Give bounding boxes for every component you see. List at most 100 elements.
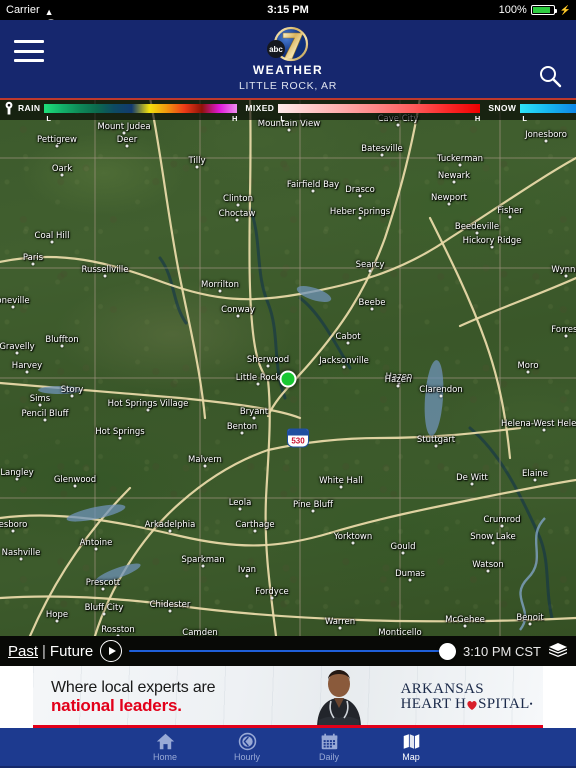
map-city-label: Nashville [1, 548, 41, 558]
map-city-label: Hot Springs [95, 427, 145, 437]
legend-label-mixed: MIXED [245, 103, 275, 113]
past-tab[interactable]: Past [8, 643, 38, 660]
map-city-label: Ivan [237, 565, 257, 575]
time-slider[interactable] [129, 640, 456, 662]
advertiser-name-line2-post: SPITAL [478, 696, 530, 712]
battery-full-icon [530, 5, 557, 15]
home-icon [124, 732, 206, 751]
interstate-530-shield: 530 [287, 428, 309, 448]
map-city-label: Newport [431, 193, 467, 203]
map-city-label: Wynne [551, 265, 576, 275]
map-city-label: Pencil Bluff [21, 409, 69, 419]
legend-low-label: L [280, 113, 285, 123]
map-city-label: Hope [45, 610, 69, 620]
map-city-label: Tilly [188, 156, 206, 166]
map-city-label: Choctaw [218, 209, 256, 219]
map-icon [370, 732, 452, 751]
tab-daily[interactable]: Daily [288, 732, 370, 762]
map-city-label: esboro [0, 520, 28, 530]
map-city-label: Leola [228, 498, 252, 508]
map-city-label: Gould [390, 542, 416, 552]
time-slider-track [129, 649, 456, 653]
advertiser-name-line1: ARKANSAS [400, 680, 484, 697]
tab-map[interactable]: Map [370, 732, 452, 762]
map-city-label: Langley [0, 468, 34, 478]
current-location-marker[interactable] [279, 370, 297, 388]
bottom-tab-bar: Home Hourly Daily Map [0, 728, 576, 768]
map-city-label: Drasco [345, 185, 375, 195]
map-city-label: Forrest [551, 325, 576, 335]
map-city-label: Hazen [384, 375, 412, 385]
map-city-label: Russellville [81, 265, 129, 275]
map-city-label: Fisher [497, 206, 523, 216]
brand-title: WEATHER [252, 63, 324, 77]
tab-label: Daily [318, 752, 339, 762]
battery-percent-label: 100% [498, 4, 527, 16]
lightning-bolt-icon: ⚡ [559, 4, 571, 15]
map-city-label: Cabot [335, 332, 361, 342]
legend-low-label: L [46, 113, 51, 123]
future-tab[interactable]: Future [50, 643, 93, 660]
advertiser-logo: ARKANSAS HEART H SPITAL • [400, 680, 533, 713]
past-future-toggle: Past | Future [8, 643, 93, 660]
map-city-label: De Witt [456, 473, 488, 483]
map-city-label: Rosston [101, 625, 135, 635]
map-pin-icon [3, 101, 15, 115]
map-city-label: Gravelly [0, 342, 35, 352]
map-city-label: Searcy [355, 260, 385, 270]
clock-icon [206, 732, 288, 751]
map-city-label: Camden [182, 628, 218, 636]
map-city-label: Mountain View [257, 119, 321, 129]
map-city-label: Bluff City [84, 603, 124, 613]
map-city-label: Fairfield Bay [286, 180, 340, 190]
legend-high-label: H [474, 113, 481, 123]
legend-label-snow: SNOW [488, 103, 517, 113]
tab-hourly[interactable]: Hourly [206, 732, 288, 762]
timeline-controls: Past | Future 3:10 PM CST [0, 636, 576, 666]
map-city-label: Sherwood [246, 355, 290, 365]
map-city-label: Clarendon [419, 385, 463, 395]
map-layers-icon[interactable] [548, 642, 568, 660]
legend-gradient-rain: LH [44, 103, 238, 123]
play-button-icon[interactable] [100, 640, 123, 662]
status-bar-clock: 3:15 PM [267, 4, 309, 16]
legend-low-label: L [522, 113, 527, 123]
time-slider-thumb[interactable] [438, 642, 456, 660]
map-city-label: McGehee [445, 615, 485, 625]
radar-map[interactable]: Mount Judea Mountain View Jonesboro Pettigr… [0, 98, 576, 636]
map-city-label: Bluffton [45, 335, 79, 345]
abc-7-logo: abc [259, 25, 317, 65]
map-city-label: Beebe [358, 298, 386, 308]
legend-group-snow: SNOWLH [488, 103, 576, 123]
map-city-label: Newark [437, 171, 471, 181]
map-city-label: Deer [116, 135, 138, 145]
advertiser-name-line2: HEART H SPITAL • [401, 696, 533, 712]
legend-inner: RAINLHMIXEDLHSNOWLH [0, 101, 576, 123]
map-city-label: Hot Springs Village [107, 399, 189, 409]
map-city-label: Pine Bluff [292, 500, 334, 510]
weather-app-screen: Carrier 3:15 PM 100% ⚡ [0, 0, 576, 768]
legend-group-mixed: MIXED L H [245, 103, 481, 123]
calendar-icon [288, 732, 370, 751]
tab-home[interactable]: Home [124, 732, 206, 762]
location-label: LITTLE ROCK, AR [238, 80, 338, 92]
map-city-label: Carthage [235, 520, 275, 530]
map-vector-overlay [0, 98, 576, 636]
map-city-label: Morrilton [200, 280, 240, 290]
map-city-label: Chidester [149, 600, 191, 610]
map-city-label: Benton [226, 422, 258, 432]
svg-text:abc: abc [269, 45, 283, 54]
map-city-label: Paris [22, 253, 44, 263]
map-city-label: Glenwood [53, 475, 97, 485]
map-city-label: Bryant [239, 407, 269, 417]
search-icon[interactable] [538, 64, 562, 88]
map-city-label: Prescott [85, 578, 121, 588]
brand-block: abc WEATHER LITTLE ROCK, AR [0, 25, 576, 92]
advertisement-banner[interactable]: Where local experts are national leaders… [0, 666, 576, 728]
map-city-label: Moro [517, 361, 539, 371]
map-city-label: Helena-West Helena [501, 419, 576, 429]
map-city-label: Arkadelphia [144, 520, 196, 530]
legend-label-rain: RAIN [18, 103, 41, 113]
map-city-label: Stuttgart [416, 435, 456, 445]
map-city-label: White Hall [319, 476, 363, 486]
